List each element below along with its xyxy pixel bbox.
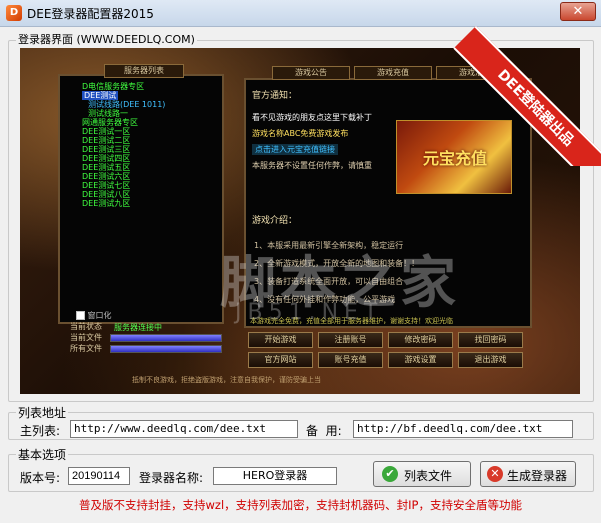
status-label-current: 当前状态 [70,322,102,331]
windowed-checkbox[interactable] [76,311,85,320]
launcher-name-input[interactable]: HERO登录器 [213,467,337,485]
status-label-all: 所有文件 [70,344,102,353]
notice-line-4: 本服务器不设置任何作弊，请慎重 [252,161,372,170]
server-tree-item[interactable]: DEE测试六区 [82,172,130,181]
checkmark-icon: ✔ [382,466,398,482]
status-box: 当前状态 服务器连接中 当前文件 所有文件 [70,321,230,354]
server-tree-item[interactable]: DEE测试二区 [82,136,130,145]
status-label-file: 当前文件 [70,333,102,342]
account-recharge-button[interactable]: 账号充值 [318,352,383,368]
server-tree-item[interactable]: DEE测试四区 [82,154,130,163]
tab-game-recharge[interactable]: 游戏充值 [354,66,432,80]
tab-game-notice[interactable]: 游戏公告 [272,66,350,80]
windowed-checkbox-label: 窗口化 [87,311,112,320]
server-tree-item[interactable]: 测试线路(DEE 1011) [88,100,165,109]
version-label: 版本号: [20,471,61,485]
status-value: 服务器连接中 [114,323,162,332]
server-tree-item[interactable]: 网通服务器专区 [82,118,138,127]
start-game-button[interactable]: 开始游戏 [248,332,313,348]
main-list-input[interactable]: http://www.deedlq.com/dee.txt [70,420,298,438]
server-tree-item[interactable]: 测试线路一 [88,109,128,118]
notice-line-1[interactable]: 看不见游戏的朋友点这里下载补丁 [252,112,372,123]
list-file-button[interactable]: ✔ 列表文件 [373,461,471,487]
server-tree-item[interactable]: DEE测试一区 [82,127,130,136]
corner-ribbon: DEE登陆器出品 [453,26,601,166]
list-group-title: 列表地址 [16,404,69,421]
notice-line-2[interactable]: 游戏名称ABC免费游戏发布 [252,128,348,139]
backup-list-label: 备 用: [306,424,342,438]
ribbon-clip: DEE登陆器出品 [440,26,601,166]
watermark-sub: JB51.NET [235,300,384,325]
server-tree-item[interactable]: DEE测试九区 [82,199,130,208]
server-tree-item[interactable]: DEE测试八区 [82,190,130,199]
server-list-tab[interactable]: 服务器列表 [104,64,184,78]
notice-line-3[interactable]: 点击进入元宝充值链接 [252,144,338,155]
version-input[interactable]: 20190114 [68,467,130,485]
main-list-label: 主列表: [20,424,61,438]
launcher-name-label: 登录器名称: [139,471,204,485]
generate-launcher-button-label: 生成登录器 [507,469,568,483]
recover-password-button[interactable]: 找回密码 [458,332,523,348]
window-title: DEE登录器配置器2015 [27,7,154,21]
list-file-button-label: 列表文件 [404,469,453,483]
server-tree-item[interactable]: DEE测试三区 [82,145,130,154]
close-button[interactable]: ✕ [560,2,596,21]
basic-group-title: 基本选项 [16,446,69,463]
feature-notice: 普及版不支持封挂，支持wzl，支持列表加密，支持封机器码、封IP，支持安全盾等功… [79,498,522,512]
intro-title: 游戏介绍： [252,216,298,226]
register-button[interactable]: 注册账号 [318,332,383,348]
windowed-checkbox-row[interactable]: 窗口化 [76,310,112,321]
server-list-panel: 服务器列表 D电信服务器专区 DEE测试 测试线路(DEE 1011) 测试线路一 网通… [58,64,224,324]
server-tree-item[interactable]: DEE测试五区 [82,163,130,172]
title-bar: D DEE登录器配置器2015 ✕ [0,0,601,27]
server-tree-item[interactable]: D电信服务器专区 [82,82,144,91]
backup-list-input[interactable]: http://bf.deedlq.com/dee.txt [353,420,573,438]
notice-title: 官方通知： [252,91,298,101]
file-progress-bar [110,334,222,342]
app-icon: D [6,5,22,21]
cancel-icon: ✕ [487,466,503,482]
total-progress-bar [110,345,222,353]
game-settings-button[interactable]: 游戏设置 [388,352,453,368]
exit-game-button[interactable]: 退出游戏 [458,352,523,368]
server-tree-item[interactable]: DEE测试 [82,91,119,100]
change-password-button[interactable]: 修改密码 [388,332,453,348]
preview-group-title: 登录器界面 (WWW.DEEDLQ.COM) [16,31,197,47]
official-site-button[interactable]: 官方网站 [248,352,313,368]
health-notice: 抵制不良游戏，拒绝盗版游戏，注意自我保护，谨防受骗上当 [132,376,321,384]
server-tree-item[interactable]: DEE测试七区 [82,181,130,190]
generate-launcher-button[interactable]: ✕ 生成登录器 [480,461,576,487]
